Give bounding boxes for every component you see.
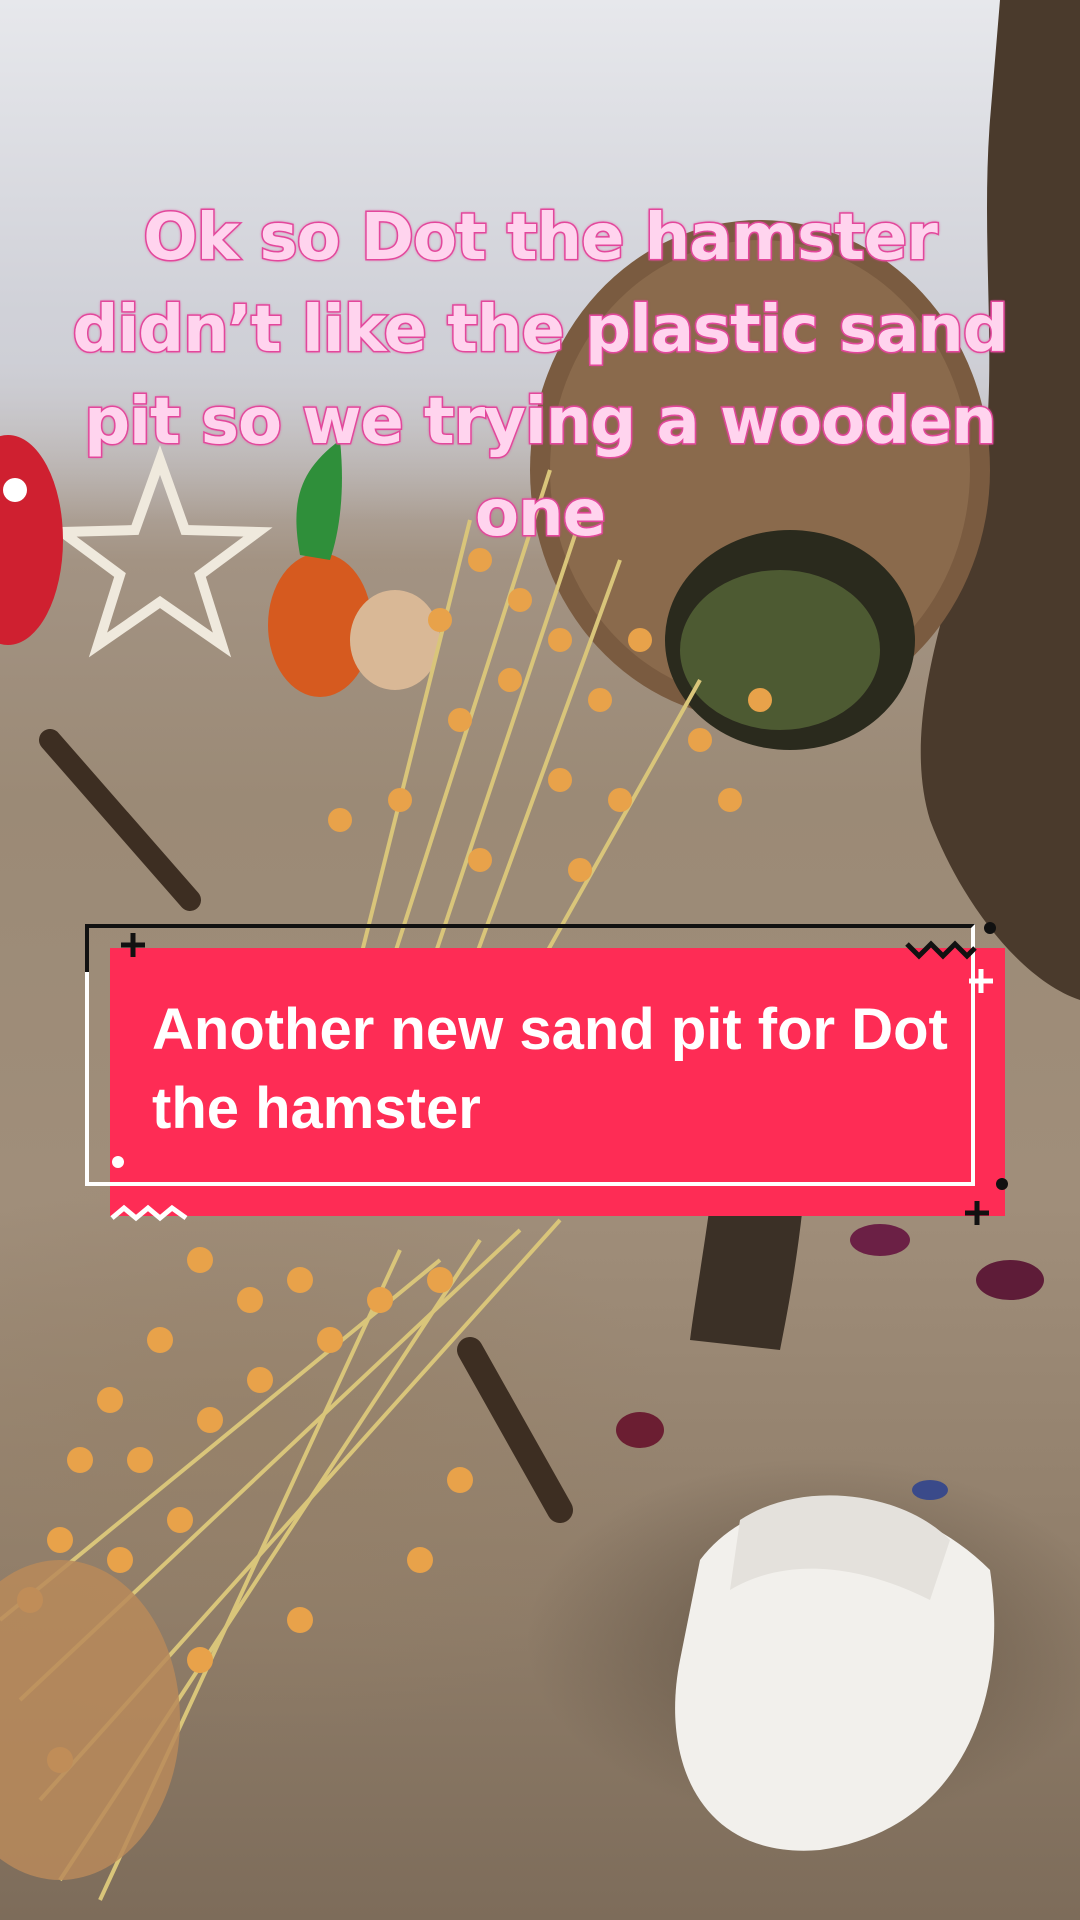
title-banner-text: Another new sand pit for Dot the hamster	[152, 997, 948, 1141]
zigzag-icon	[110, 1204, 188, 1222]
red-mushroom	[0, 435, 63, 645]
dot-icon	[996, 1178, 1008, 1190]
dot-icon	[112, 1156, 124, 1168]
zigzag-icon	[905, 940, 977, 960]
video-frame[interactable]: Ok so Dot the hamster didn’t like the pl…	[0, 0, 1080, 1920]
wooden-ball	[350, 590, 440, 690]
caption-overlay: Ok so Dot the hamster didn’t like the pl…	[71, 200, 1010, 553]
plus-icon	[969, 969, 993, 993]
plus-icon	[121, 933, 145, 957]
dot-icon	[984, 922, 996, 934]
plus-icon	[965, 1201, 989, 1225]
